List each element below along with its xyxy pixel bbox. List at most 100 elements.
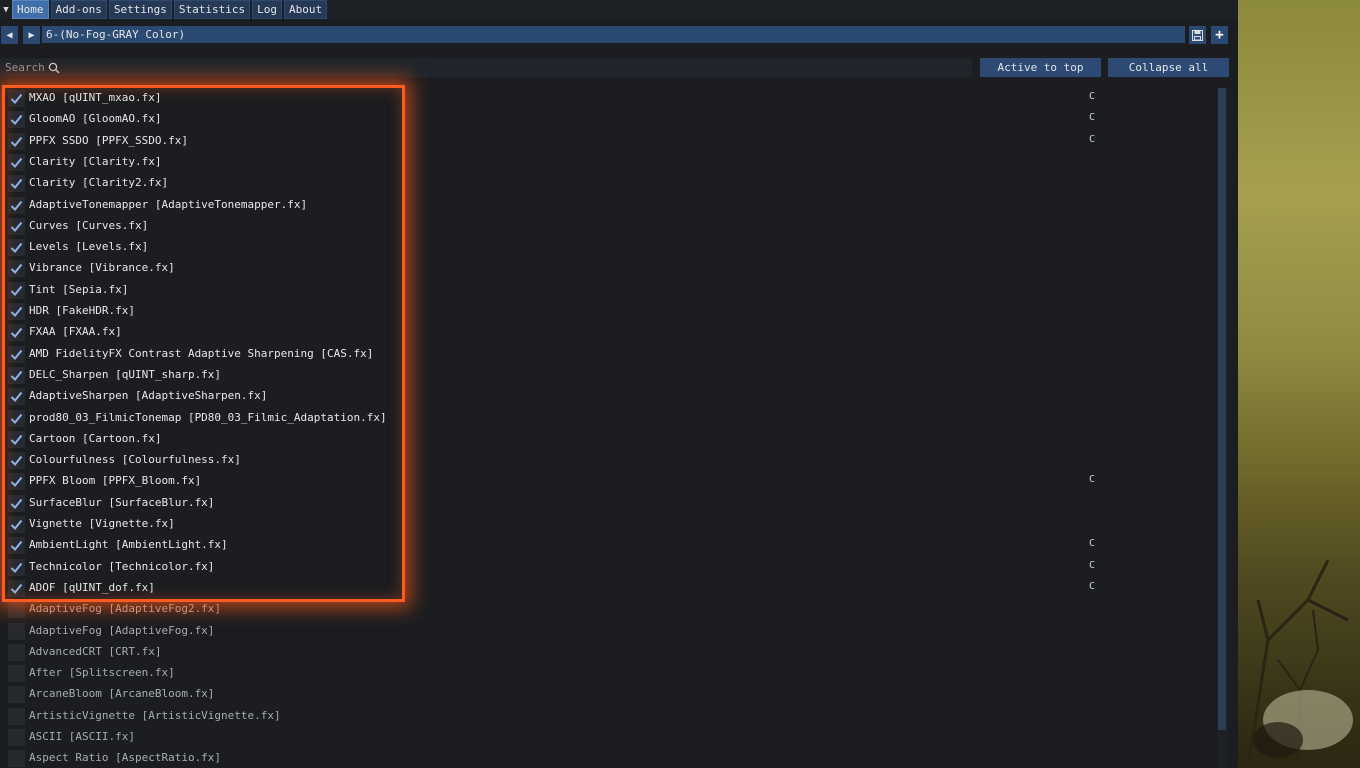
tab-home[interactable]: Home (12, 0, 49, 19)
effect-checkbox[interactable] (8, 260, 25, 278)
scrollbar[interactable] (1218, 88, 1228, 768)
effect-row[interactable]: Colourfulness [Colourfulness.fx] (0, 450, 1218, 471)
effect-checkbox[interactable] (8, 537, 25, 555)
tab-settings[interactable]: Settings (108, 0, 172, 19)
effect-row[interactable]: Clarity [Clarity2.fx] (0, 173, 1218, 194)
checkmark-icon (10, 285, 23, 296)
effect-checkbox[interactable] (8, 516, 25, 533)
triangle-right-icon: ▶ (28, 29, 35, 41)
effect-row[interactable]: Curves [Curves.fx] (0, 216, 1218, 237)
checkmark-icon (10, 221, 23, 232)
effect-checkbox[interactable] (8, 239, 25, 257)
effect-row[interactable]: AdaptiveFog [AdaptiveFog.fx] (0, 621, 1218, 642)
effect-row[interactable]: Cartoon [Cartoon.fx] (0, 429, 1218, 450)
effect-checkbox[interactable] (8, 750, 25, 768)
effect-checkbox[interactable] (8, 366, 25, 384)
effect-checkbox[interactable] (8, 707, 25, 725)
effect-row[interactable]: Technicolor [Technicolor.fx] C (0, 557, 1218, 578)
effect-row[interactable]: Levels [Levels.fx] (0, 237, 1218, 258)
effect-checkbox[interactable] (8, 643, 25, 661)
add-preset-button[interactable]: + (1211, 26, 1228, 44)
previous-preset-button[interactable]: ◀ (1, 26, 18, 44)
effect-checkbox[interactable] (8, 686, 25, 704)
checkmark-icon (10, 477, 23, 488)
effect-row[interactable]: AdaptiveSharpen [AdaptiveSharpen.fx] (0, 386, 1218, 407)
active-to-top-button[interactable]: Active to top (980, 58, 1101, 77)
effect-row[interactable]: Tint [Sepia.fx] (0, 280, 1218, 301)
effect-checkbox[interactable] (8, 665, 25, 683)
effect-checkbox[interactable] (8, 430, 25, 448)
effect-row[interactable]: AdaptiveFog [AdaptiveFog2.fx] (0, 599, 1218, 620)
effect-row[interactable]: DELC_Sharpen [qUINT_sharp.fx] (0, 365, 1218, 386)
effect-row[interactable]: AdaptiveTonemapper [AdaptiveTonemapper.f… (0, 195, 1218, 216)
effect-checkbox[interactable] (8, 90, 25, 107)
effect-checkbox[interactable] (8, 281, 25, 299)
effect-checkbox[interactable] (8, 324, 25, 342)
tab-about[interactable]: About (283, 0, 328, 19)
tab-add-ons[interactable]: Add-ons (50, 0, 107, 19)
effect-checkbox[interactable] (8, 303, 25, 320)
effect-label: AdvancedCRT [CRT.fx] (29, 644, 162, 658)
effect-checkbox[interactable] (8, 601, 25, 619)
effect-checkbox[interactable] (8, 388, 25, 406)
effect-label: SurfaceBlur [SurfaceBlur.fx] (29, 495, 215, 509)
tab-statistics[interactable]: Statistics (173, 0, 251, 19)
effect-checkbox[interactable] (8, 196, 25, 214)
effect-row[interactable]: ADOF [qUINT_dof.fx] C (0, 578, 1218, 599)
effect-row[interactable]: ASCII [ASCII.fx] (0, 727, 1218, 748)
effect-label: prod80_03_FilmicTonemap [PD80_03_Filmic_… (29, 410, 387, 424)
effect-row[interactable]: prod80_03_FilmicTonemap [PD80_03_Filmic_… (0, 408, 1218, 429)
tab-log[interactable]: Log (252, 0, 282, 19)
effect-row[interactable]: SurfaceBlur [SurfaceBlur.fx] (0, 493, 1218, 514)
screen: ▼ Home Add-ons Settings Statistics Log A… (0, 0, 1360, 768)
effect-row[interactable]: ArcaneBloom [ArcaneBloom.fx] (0, 684, 1218, 705)
effect-checkbox[interactable] (8, 622, 25, 640)
effect-row[interactable]: AdvancedCRT [CRT.fx] (0, 642, 1218, 663)
effect-checkbox[interactable] (8, 558, 25, 576)
effect-row[interactable]: AMD FidelityFX Contrast Adaptive Sharpen… (0, 344, 1218, 365)
search-input[interactable] (0, 58, 972, 77)
checkmark-icon (10, 349, 23, 360)
effect-checkbox[interactable] (8, 579, 25, 597)
effect-row[interactable]: Aspect Ratio [AspectRatio.fx] (0, 748, 1218, 768)
effect-label: AdaptiveSharpen [AdaptiveSharpen.fx] (29, 389, 268, 403)
effect-checkbox[interactable] (8, 217, 25, 235)
effect-checkbox[interactable] (8, 175, 25, 193)
effect-badge: C (1089, 559, 1096, 571)
effect-badge: C (1089, 91, 1096, 102)
effect-row[interactable]: Vibrance [Vibrance.fx] (0, 258, 1218, 279)
collapse-all-button[interactable]: Collapse all (1108, 58, 1229, 77)
effect-row[interactable]: FXAA [FXAA.fx] (0, 322, 1218, 343)
next-preset-button[interactable]: ▶ (23, 26, 40, 44)
effect-checkbox[interactable] (8, 132, 25, 150)
effect-checkbox[interactable] (8, 473, 25, 491)
effect-checkbox[interactable] (8, 153, 25, 171)
effect-row[interactable]: Vignette [Vignette.fx] (0, 514, 1218, 535)
effect-checkbox[interactable] (8, 494, 25, 512)
collapse-arrow-icon[interactable]: ▼ (0, 0, 12, 19)
effect-row[interactable]: HDR [FakeHDR.fx] (0, 301, 1218, 322)
effect-row[interactable]: PPFX Bloom [PPFX_Bloom.fx] C (0, 471, 1218, 492)
effect-list: MXAO [qUINT_mxao.fx] C GloomAO [GloomAO.fx… (0, 88, 1218, 768)
effect-row[interactable]: GloomAO [GloomAO.fx] C (0, 109, 1218, 130)
preset-selector[interactable]: 6-(No-Fog-GRAY Color) (42, 26, 1185, 43)
effect-checkbox[interactable] (8, 409, 25, 427)
checkmark-icon (10, 562, 23, 573)
effect-row[interactable]: MXAO [qUINT_mxao.fx] C (0, 88, 1218, 109)
effect-checkbox[interactable] (8, 111, 25, 129)
effect-label: ArtisticVignette [ArtisticVignette.fx] (29, 708, 281, 722)
tree-branches-image (1246, 559, 1353, 768)
effect-label: ADOF [qUINT_dof.fx] (29, 580, 155, 594)
effect-row[interactable]: AmbientLight [AmbientLight.fx] C (0, 535, 1218, 556)
effect-checkbox[interactable] (8, 345, 25, 363)
effect-checkbox[interactable] (8, 729, 25, 746)
effect-checkbox[interactable] (8, 452, 25, 470)
effect-row[interactable]: Clarity [Clarity.fx] (0, 152, 1218, 173)
effect-row[interactable]: ArtisticVignette [ArtisticVignette.fx] (0, 706, 1218, 727)
scrollbar-thumb[interactable] (1218, 88, 1226, 730)
effect-row[interactable]: PPFX SSDO [PPFX_SSDO.fx] C (0, 131, 1218, 152)
checkmark-icon (10, 93, 23, 104)
effect-row[interactable]: After [Splitscreen.fx] (0, 663, 1218, 684)
effect-badge: C (1089, 538, 1096, 550)
save-preset-button[interactable] (1189, 26, 1206, 44)
